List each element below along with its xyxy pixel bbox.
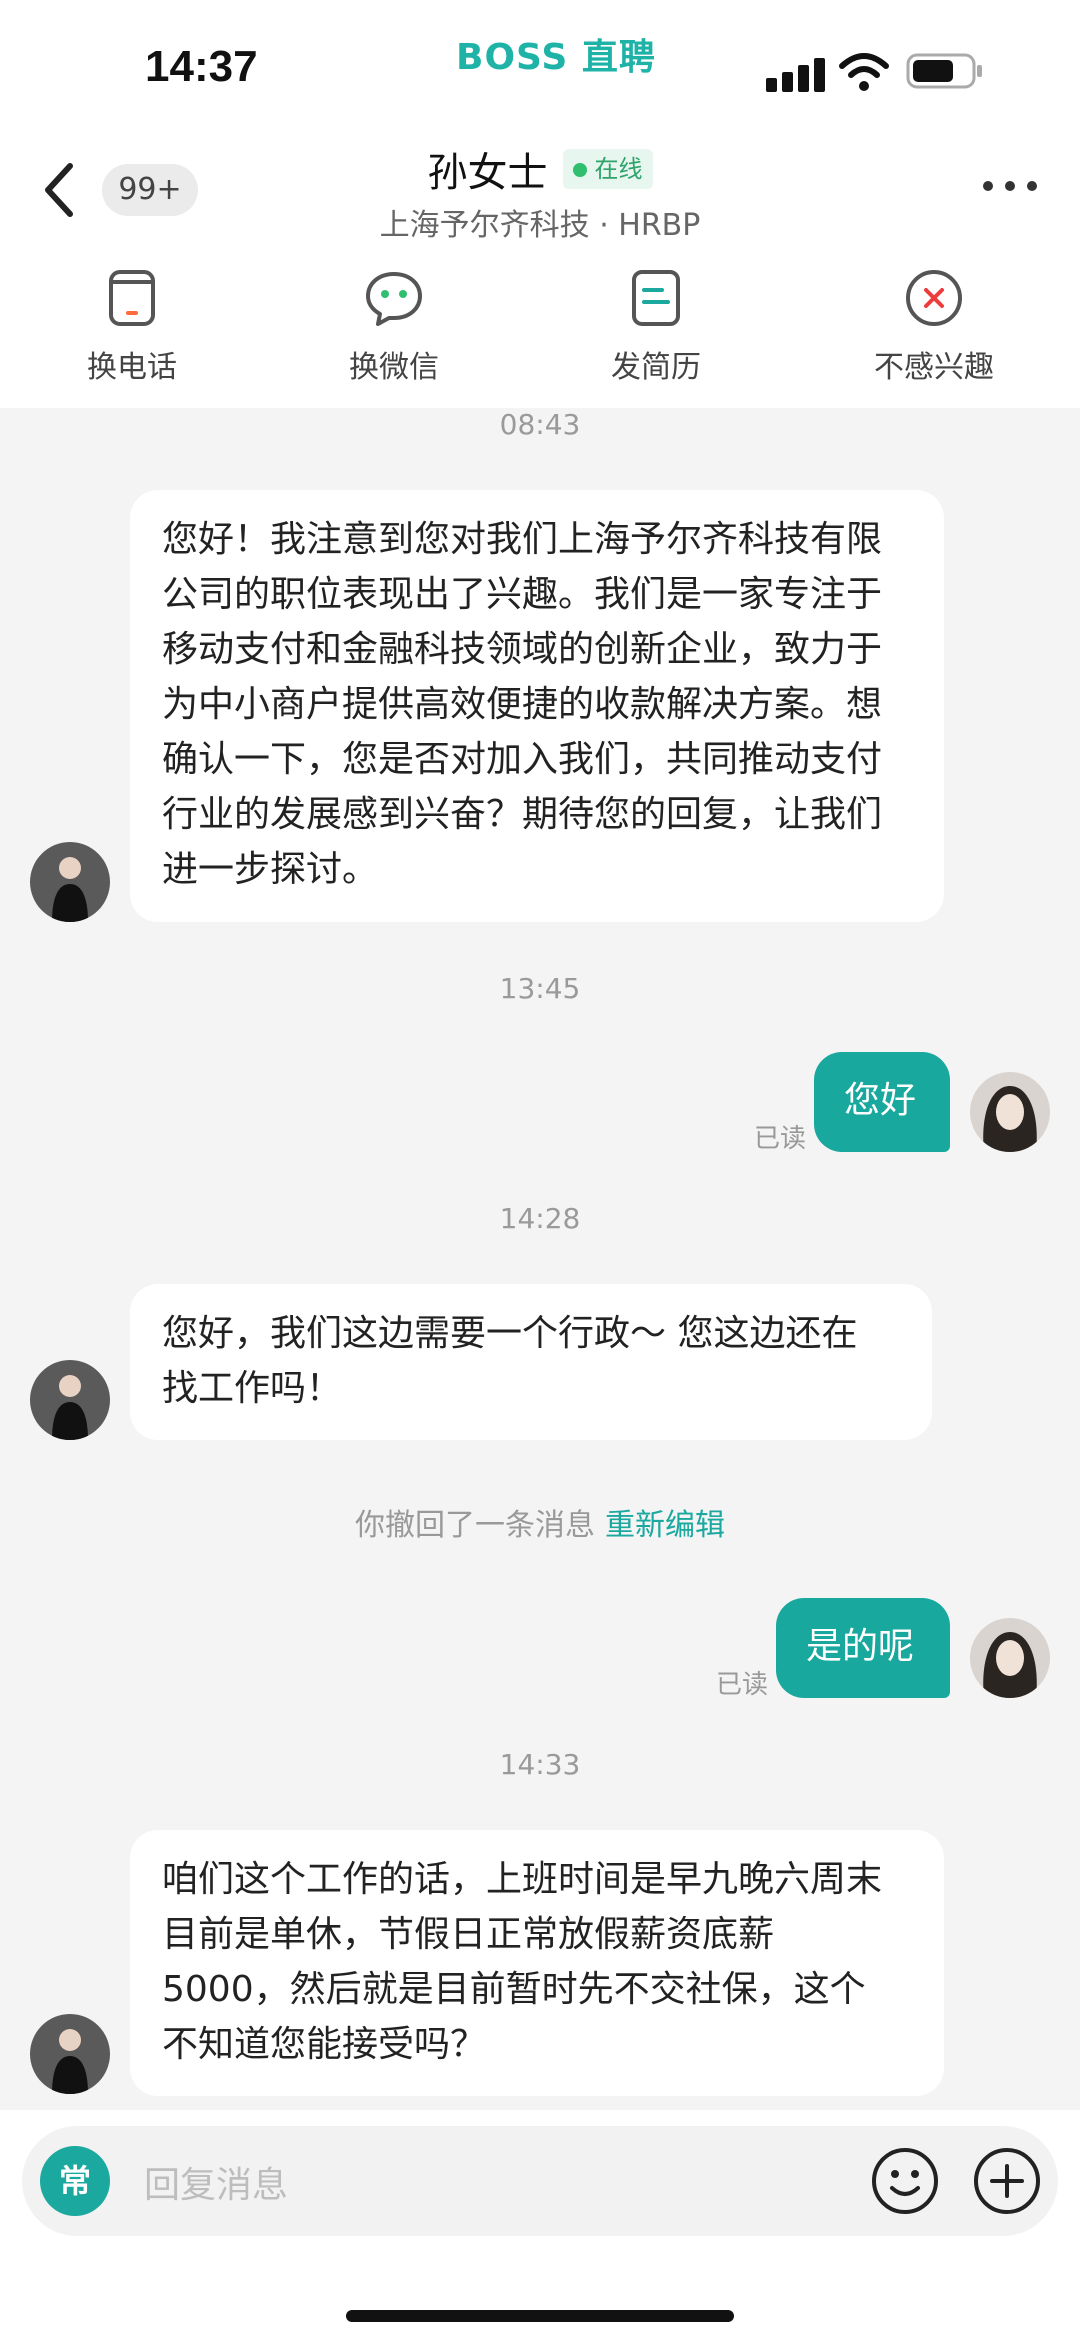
message-line: 找工作吗！ <box>162 1368 343 1409</box>
message-line: 为中小商户提供高效便捷的收款解决方案。想 <box>162 684 883 725</box>
re-edit-link[interactable]: 重新编辑 <box>605 1508 725 1543</box>
plus-icon[interactable] <box>972 2146 1042 2216</box>
read-receipt: 已读 <box>716 1670 769 1700</box>
online-status: 在线 <box>562 149 653 189</box>
my-avatar[interactable] <box>970 1072 1050 1152</box>
reply-placeholder: 回复消息 <box>144 2165 289 2206</box>
reply-input[interactable]: 常 回复消息 <box>22 2126 1058 2236</box>
action-not-interested[interactable]: 不感兴趣 <box>854 268 1014 386</box>
recall-text: 你撤回了一条消息 <box>355 1508 595 1543</box>
signal-icon <box>766 58 828 92</box>
message-bubble-sent[interactable]: 是的呢 <box>776 1598 950 1698</box>
status-time: 14:37 <box>145 42 258 91</box>
close-circle-icon <box>906 270 962 326</box>
input-area: 常 回复消息 <box>0 2110 1080 2341</box>
action-phone-label: 换电话 <box>87 350 177 385</box>
action-wechat[interactable]: 换微信 <box>314 268 474 386</box>
online-label: 在线 <box>594 155 643 183</box>
message-bubble-received[interactable]: 您好！我注意到您对我们上海予尔齐科技有限 公司的职位表现出了兴趣。我们是一家专注… <box>130 490 944 922</box>
action-phone[interactable]: 换电话 <box>52 268 212 386</box>
home-indicator[interactable] <box>346 2310 734 2322</box>
message-line: 不知道您能接受吗？ <box>162 2024 487 2065</box>
timestamp: 13:45 <box>499 972 581 1005</box>
action-resume[interactable]: 发简历 <box>576 268 736 386</box>
message-line: 公司的职位表现出了兴趣。我们是一家专注于 <box>162 574 883 615</box>
battery-icon <box>906 53 982 89</box>
message-line: 移动支付和金融科技领域的创新企业，致力于 <box>162 629 883 670</box>
message-bubble-sent[interactable]: 您好 <box>814 1052 950 1152</box>
recall-notice: 你撤回了一条消息 重新编辑 <box>0 1500 1080 1544</box>
more-icon[interactable] <box>980 176 1040 196</box>
contact-avatar[interactable] <box>30 2014 110 2094</box>
message-line: 您好！我注意到您对我们上海予尔齐科技有限 <box>162 519 883 560</box>
message-line: 咱们这个工作的话，上班时间是早九晚六周末 <box>162 1859 883 1900</box>
wifi-icon <box>839 53 889 91</box>
quick-reply-button[interactable]: 常 <box>40 2146 110 2216</box>
action-not-interested-label: 不感兴趣 <box>874 350 994 385</box>
action-resume-label: 发简历 <box>611 350 701 385</box>
message-line: 目前是单休，节假日正常放假薪资底薪 <box>162 1914 775 1955</box>
contact-name: 孙女士 <box>427 150 548 196</box>
my-avatar[interactable] <box>970 1618 1050 1698</box>
phone-icon <box>109 270 155 326</box>
message-line: 您好，我们这边需要一个行政～ 您这边还在 <box>162 1313 858 1354</box>
timestamp: 14:33 <box>499 1748 581 1781</box>
online-dot-icon <box>572 163 587 177</box>
message-line: 5000，然后就是目前暂时先不交社保，这个 <box>162 1969 866 2010</box>
contact-avatar[interactable] <box>30 1360 110 1440</box>
resume-icon <box>632 270 680 326</box>
message-line: 确认一下，您是否对加入我们，共同推动支付 <box>162 739 883 780</box>
timestamp: 08:43 <box>499 408 581 441</box>
message-bubble-received[interactable]: 咱们这个工作的话，上班时间是早九晚六周末 目前是单休，节假日正常放假薪资底薪 5… <box>130 1830 944 2096</box>
message-line: 进一步探讨。 <box>162 849 379 890</box>
wechat-icon <box>366 272 422 326</box>
message-bubble-received[interactable]: 您好，我们这边需要一个行政～ 您这边还在 找工作吗！ <box>130 1284 932 1440</box>
brand-logo: BOSS 直聘 <box>456 37 656 78</box>
chat-title: 孙女士 在线 <box>0 140 1080 198</box>
contact-subtitle: 上海予尔齐科技 · HRBP <box>379 208 701 243</box>
contact-avatar[interactable] <box>30 842 110 922</box>
read-receipt: 已读 <box>754 1124 807 1154</box>
message-line: 行业的发展感到兴奋？期待您的回复，让我们 <box>162 794 883 835</box>
action-wechat-label: 换微信 <box>349 350 439 385</box>
timestamp: 14:28 <box>499 1202 581 1235</box>
emoji-icon[interactable] <box>870 2146 940 2216</box>
action-bar: 换电话 换微信 发简历 不感兴趣 <box>0 268 1080 398</box>
